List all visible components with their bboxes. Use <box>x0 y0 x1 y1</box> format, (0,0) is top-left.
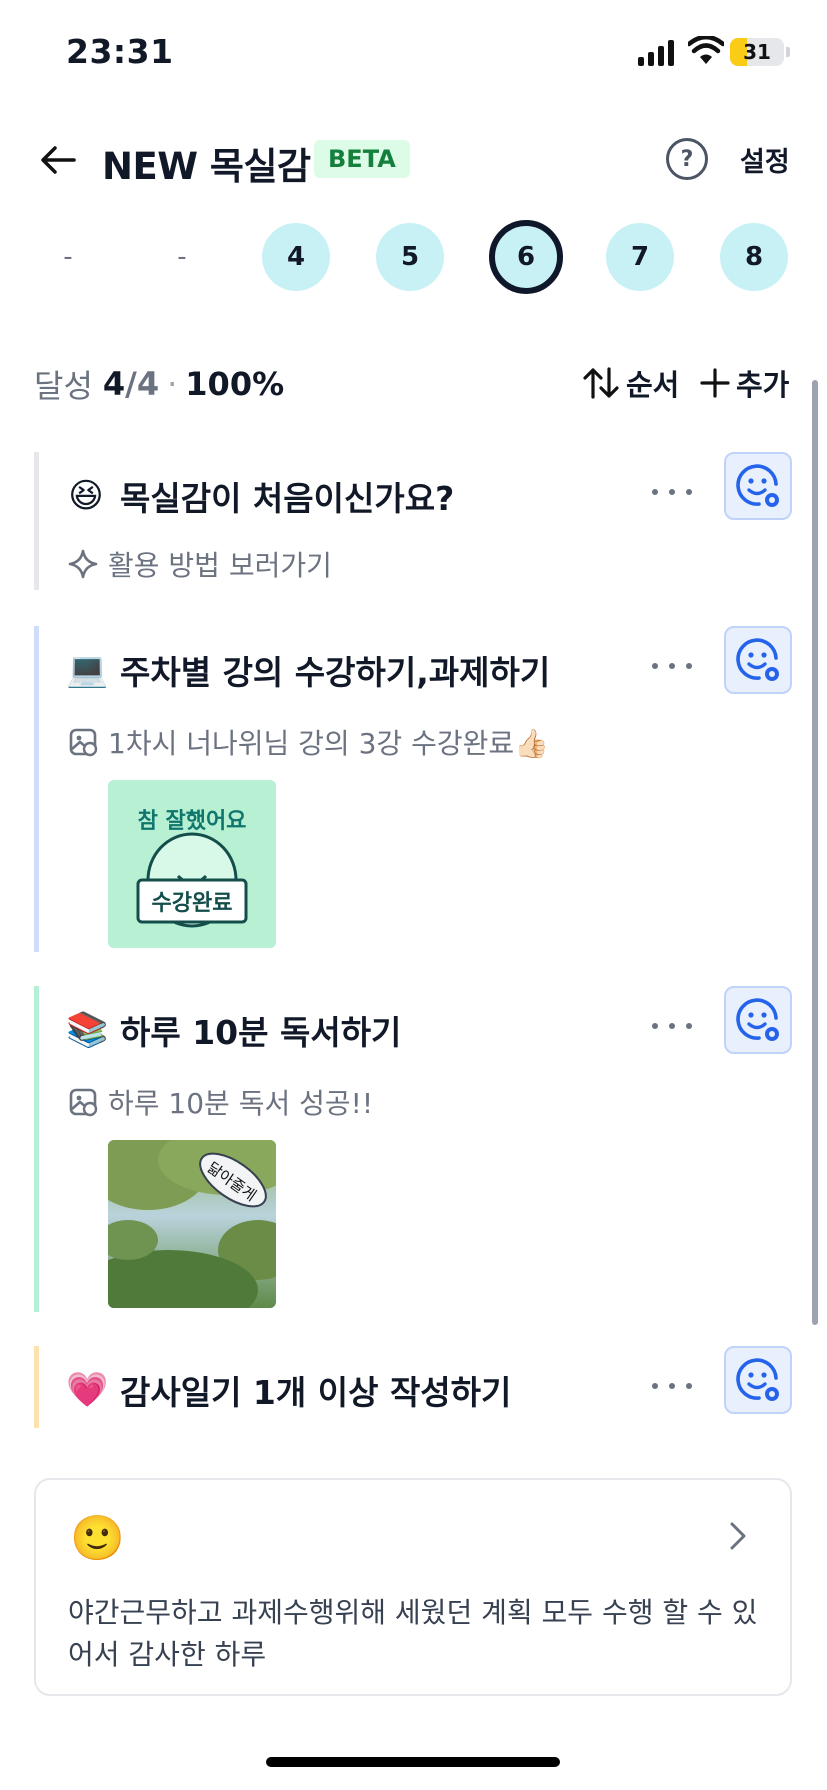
task-color-bar <box>34 986 39 1312</box>
battery-level: 31 <box>743 40 771 64</box>
task-emoji: 😆 <box>68 476 104 516</box>
day-item[interactable]: 5 <box>376 223 444 291</box>
sticker-top-text: 참 잘했어요 <box>138 809 247 834</box>
task-note-text: 하루 10분 독서 성공!! <box>108 1087 374 1120</box>
status-time: 23:31 <box>66 32 174 71</box>
task-title-text: 하루 10분 독서하기 <box>120 1013 402 1052</box>
task-guide-link[interactable]: 활용 방법 보러가기 <box>68 544 332 584</box>
help-icon[interactable]: ? <box>666 138 708 180</box>
task-note: 하루 10분 독서 성공!! <box>68 1082 373 1122</box>
order-button[interactable]: 순서 <box>582 362 679 404</box>
task-emoji: 💻 <box>66 650 109 690</box>
status-bar: 23:31 31 <box>0 0 827 100</box>
task-item[interactable]: 💻 주차별 강의 수강하기,과제하기 1차시 너나위님 강의 3강 수강완료👍🏻… <box>34 626 794 952</box>
task-color-bar <box>34 1346 39 1428</box>
task-item[interactable]: 😆 목실감이 처음이신가요? 활용 방법 보러가기 <box>34 452 794 590</box>
task-title[interactable]: 📚 하루 10분 독서하기 <box>66 1006 401 1054</box>
day-item: - <box>63 242 73 272</box>
arrow-left-icon <box>41 146 76 174</box>
sticker-image: 참 잘했어요 수강완료 <box>108 780 276 948</box>
task-color-bar <box>34 626 39 952</box>
task-note-text: 활용 방법 보러가기 <box>108 549 332 582</box>
task-note-text: 1차시 너나위님 강의 3강 수강완료👍🏻 <box>108 727 549 760</box>
plus-icon <box>700 368 730 398</box>
task-color-bar <box>34 452 39 590</box>
task-photo[interactable]: 참 잘했어요 수강완료 <box>108 780 276 948</box>
achievement-summary: 달성 4 /4 · 100% <box>34 360 284 408</box>
task-emoji: 📚 <box>66 1010 109 1050</box>
tree-photo-image: 닮아줄게 <box>108 1140 276 1308</box>
header: NEW 목실감 BETA ? 설정 <box>0 120 827 200</box>
settings-button[interactable]: 설정 <box>740 140 790 179</box>
achievement-total: /4 <box>125 365 160 403</box>
gratitude-card[interactable]: 🙂 야간근무하고 과제수행위해 세웠던 계획 모두 수행 할 수 있어서 감사한… <box>34 1478 792 1696</box>
day-item: - <box>177 242 187 272</box>
task-note: 1차시 너나위님 강의 3강 수강완료👍🏻 <box>68 722 549 762</box>
reaction-button[interactable] <box>724 1346 792 1414</box>
scrollbar[interactable] <box>812 380 818 1325</box>
day-item[interactable]: 4 <box>262 223 330 291</box>
page-title: NEW 목실감 <box>102 145 311 188</box>
image-note-icon <box>69 728 98 757</box>
week-selector: - - 4 5 6 7 8 <box>0 220 827 296</box>
achievement-percent: 100% <box>185 365 285 403</box>
battery-cap <box>786 47 790 57</box>
reaction-button[interactable] <box>724 452 792 520</box>
sparkle-icon <box>68 549 98 579</box>
beta-badge: BETA <box>314 140 410 178</box>
task-emoji: 💗 <box>66 1370 109 1410</box>
cellular-signal-icon <box>638 40 678 66</box>
battery-icon: 31 <box>730 38 784 66</box>
sort-icon <box>583 367 619 399</box>
chevron-right-icon[interactable] <box>722 1520 754 1552</box>
smile-add-icon <box>736 638 779 681</box>
task-title[interactable]: 💻 주차별 강의 수강하기,과제하기 <box>66 646 550 694</box>
day-item[interactable]: 7 <box>606 223 674 291</box>
separator-dot: · <box>167 365 178 403</box>
order-label: 순서 <box>626 368 680 402</box>
more-icon[interactable] <box>652 1376 692 1396</box>
gratitude-text: 야간근무하고 과제수행위해 세웠던 계획 모두 수행 할 수 있어서 감사한 하… <box>68 1596 758 1671</box>
gratitude-emoji: 🙂 <box>70 1513 125 1564</box>
task-item[interactable]: 📚 하루 10분 독서하기 하루 10분 독서 성공!! 닮아줄게 <box>34 986 794 1312</box>
achievement-done: 4 <box>102 365 126 403</box>
back-button[interactable] <box>36 138 80 182</box>
task-title-text: 감사일기 1개 이상 작성하기 <box>120 1373 512 1412</box>
add-label: 추가 <box>736 368 790 402</box>
add-button[interactable]: 추가 <box>700 362 789 404</box>
wifi-icon <box>688 36 724 64</box>
more-icon[interactable] <box>652 482 692 502</box>
smile-add-icon <box>736 464 779 507</box>
achievement-label: 달성 <box>34 367 93 405</box>
task-title[interactable]: 😆 목실감이 처음이신가요? <box>66 472 454 520</box>
task-title-text: 목실감이 처음이신가요? <box>120 479 455 518</box>
day-item-selected[interactable]: 6 <box>489 220 563 294</box>
day-item[interactable]: 8 <box>720 223 788 291</box>
task-title-text: 주차별 강의 수강하기,과제하기 <box>120 653 551 692</box>
task-title[interactable]: 💗 감사일기 1개 이상 작성하기 <box>66 1366 511 1414</box>
task-item[interactable]: 💗 감사일기 1개 이상 작성하기 <box>34 1346 794 1428</box>
task-photo[interactable]: 닮아줄게 <box>108 1140 276 1308</box>
smile-add-icon <box>736 998 779 1041</box>
sticker-board-text: 수강완료 <box>152 891 233 916</box>
reaction-button[interactable] <box>724 986 792 1054</box>
more-icon[interactable] <box>652 656 692 676</box>
smile-add-icon <box>736 1358 779 1401</box>
more-icon[interactable] <box>652 1016 692 1036</box>
image-note-icon <box>69 1088 98 1117</box>
reaction-button[interactable] <box>724 626 792 694</box>
home-indicator <box>266 1757 560 1767</box>
